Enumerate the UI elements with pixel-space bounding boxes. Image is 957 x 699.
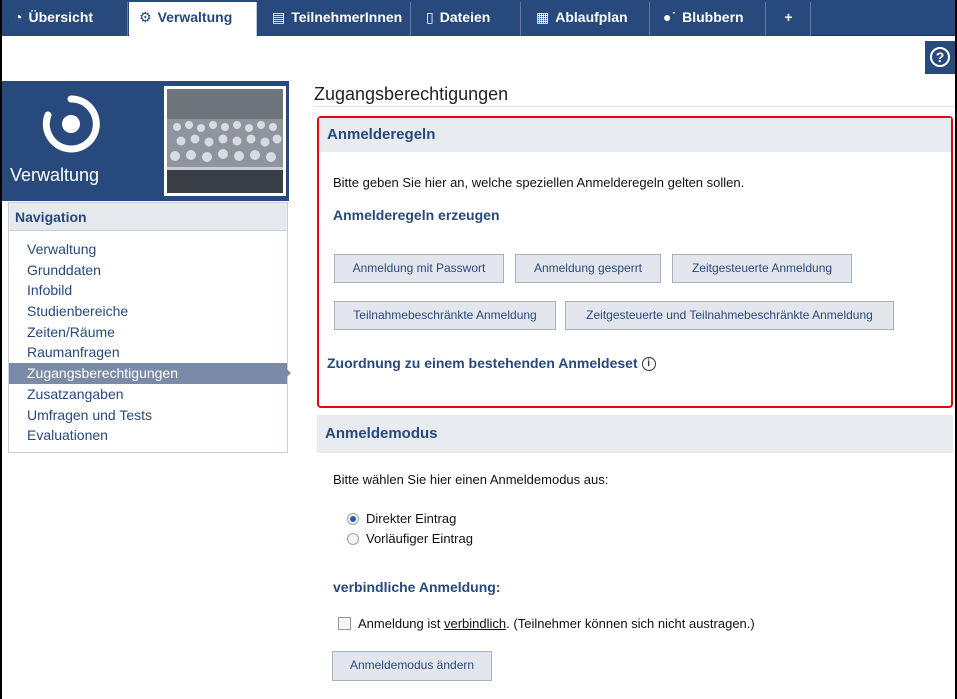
tab-bar: ◔ Übersicht ⚙ Verwaltung ▤ TeilnehmerInnen … bbox=[2, 0, 955, 36]
page-title: Zugangsberechtigungen bbox=[314, 84, 509, 104]
sidebar-item-zeiten-raeume[interactable]: Zeiten/Räume bbox=[9, 322, 287, 343]
lecture-hall-image bbox=[167, 89, 283, 193]
tab-files[interactable]: ▯ Dateien bbox=[412, 2, 521, 36]
logo-icon bbox=[42, 95, 100, 153]
help-icon: ? bbox=[930, 46, 950, 67]
timed-registration-button[interactable]: Zeitgesteuerte Anmeldung bbox=[672, 254, 852, 283]
change-registration-mode-button[interactable]: Anmeldemodus ändern bbox=[332, 651, 492, 681]
tab-label: TeilnehmerInnen bbox=[291, 9, 403, 25]
sidebar-header: Verwaltung bbox=[2, 81, 289, 201]
sidebar-item-zusatzangaben[interactable]: Zusatzangaben bbox=[9, 384, 287, 405]
direct-entry-radio[interactable] bbox=[347, 513, 359, 525]
tab-schedule[interactable]: ▦ Ablaufplan bbox=[522, 2, 650, 36]
binding-link[interactable]: verbindlich bbox=[444, 616, 506, 631]
sidebar-item-verwaltung[interactable]: Verwaltung bbox=[9, 239, 287, 260]
binding-text-suffix: . (Teilnehmer können sich nicht austrage… bbox=[506, 616, 755, 631]
tab-add[interactable]: + bbox=[767, 2, 811, 36]
calendar-icon: ▦ bbox=[536, 9, 550, 25]
sidebar-item-studienbereiche[interactable]: Studienbereiche bbox=[9, 301, 287, 322]
assign-set-heading: Zuordnung zu einem bestehenden Anmeldese… bbox=[327, 355, 656, 371]
sidebar-item-infobild[interactable]: Infobild bbox=[9, 280, 287, 301]
tab-overview[interactable]: ◔ Übersicht bbox=[2, 2, 128, 36]
tab-verwaltung[interactable]: ⚙ Verwaltung bbox=[129, 2, 257, 36]
timed-limited-registration-button[interactable]: Zeitgesteuerte und Teilnahmebeschränkte … bbox=[565, 301, 894, 330]
preliminary-entry-radio[interactable] bbox=[347, 533, 359, 545]
tab-label: Blubbern bbox=[682, 9, 744, 25]
binding-registration-heading: verbindliche Anmeldung: bbox=[333, 579, 501, 595]
create-rules-heading: Anmelderegeln erzeugen bbox=[333, 207, 500, 223]
tab-label: Übersicht bbox=[28, 9, 94, 25]
registration-mode-heading: Anmeldemodus bbox=[317, 415, 953, 453]
binding-text-prefix: Anmeldung ist bbox=[358, 616, 444, 631]
mode-description: Bitte wählen Sie hier einen Anmeldemodus… bbox=[333, 472, 609, 487]
tab-blubber[interactable]: ●˙ Blubbern bbox=[651, 2, 766, 36]
sidebar-title: Verwaltung bbox=[10, 165, 100, 185]
sidebar-item-evaluationen[interactable]: Evaluationen bbox=[9, 425, 287, 446]
binding-registration-checkbox[interactable] bbox=[338, 617, 351, 630]
navigation-heading: Navigation bbox=[9, 203, 287, 231]
tab-participants[interactable]: ▤ TeilnehmerInnen bbox=[258, 2, 411, 36]
title-divider bbox=[314, 106, 955, 107]
gears-icon: ⚙ bbox=[139, 9, 152, 25]
password-registration-button[interactable]: Anmeldung mit Passwort bbox=[334, 254, 504, 283]
rules-description: Bitte geben Sie hier an, welche speziell… bbox=[333, 175, 745, 190]
assign-set-label: Zuordnung zu einem bestehenden Anmeldese… bbox=[327, 355, 638, 371]
participants-icon: ▤ bbox=[272, 9, 286, 25]
course-image bbox=[164, 86, 286, 196]
blubber-icon: ●˙ bbox=[663, 9, 677, 25]
tab-label: Dateien bbox=[439, 9, 491, 25]
tab-label: Ablaufplan bbox=[555, 9, 628, 25]
navigation-list: Verwaltung Grunddaten Infobild Studienbe… bbox=[9, 231, 291, 446]
direct-entry-label[interactable]: Direkter Eintrag bbox=[366, 511, 456, 526]
info-icon[interactable]: i bbox=[641, 357, 656, 371]
registration-mode-section: Anmeldemodus Bitte wählen Sie hier einen… bbox=[317, 415, 953, 699]
preliminary-entry-label[interactable]: Vorläufiger Eintrag bbox=[366, 531, 473, 546]
overview-icon: ◔ bbox=[14, 9, 23, 25]
sidebar-item-umfragen-tests[interactable]: Umfragen und Tests bbox=[9, 405, 287, 426]
sidebar-navigation: Navigation Verwaltung Grunddaten Infobil… bbox=[8, 202, 291, 453]
registration-rules-section: Anmelderegeln Bitte geben Sie hier an, w… bbox=[317, 116, 953, 408]
sidebar-item-zugangsberechtigungen[interactable]: Zugangsberechtigungen bbox=[9, 363, 291, 384]
binding-registration-text: Anmeldung ist verbindlich. (Teilnehmer k… bbox=[358, 616, 755, 631]
tab-label: Verwaltung bbox=[157, 9, 233, 25]
registration-locked-button[interactable]: Anmeldung gesperrt bbox=[515, 254, 661, 283]
help-button[interactable]: ? bbox=[925, 41, 955, 74]
sidebar-item-raumanfragen[interactable]: Raumanfragen bbox=[9, 342, 287, 363]
files-icon: ▯ bbox=[426, 9, 434, 25]
registration-rules-heading: Anmelderegeln bbox=[319, 118, 951, 152]
sidebar-item-grunddaten[interactable]: Grunddaten bbox=[9, 260, 287, 281]
limited-registration-button[interactable]: Teilnahmebeschränkte Anmeldung bbox=[334, 301, 556, 330]
add-tab-label: + bbox=[784, 9, 793, 25]
